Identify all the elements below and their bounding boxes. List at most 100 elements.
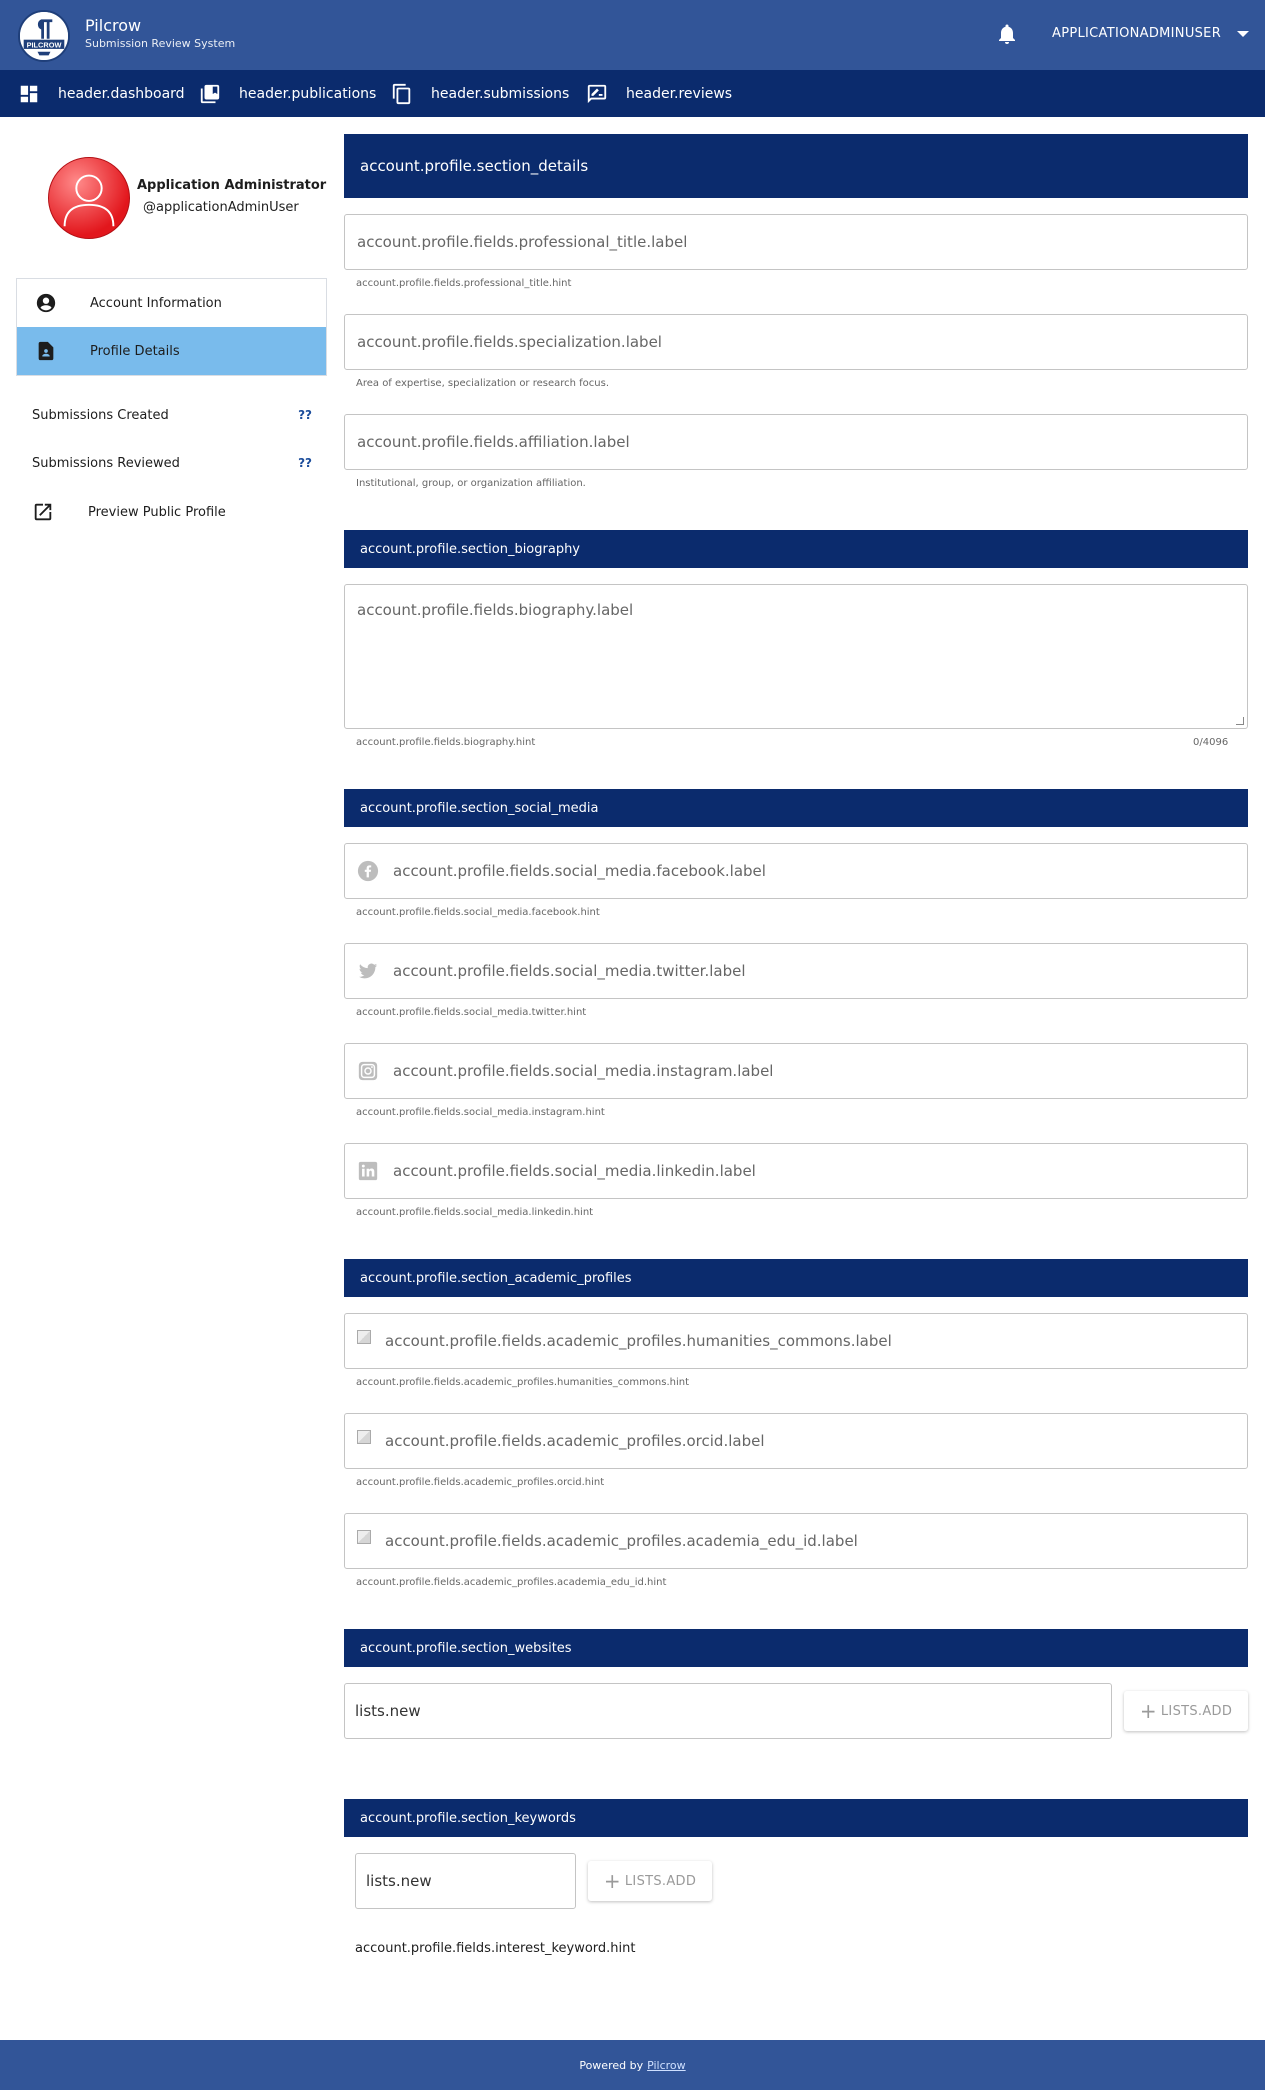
sidebar-item-account-information[interactable]: Account Information — [17, 279, 326, 327]
orcid-hint: account.profile.fields.academic_profiles… — [356, 1477, 605, 1488]
add-keyword-button[interactable]: + LISTS.ADD — [588, 1861, 712, 1901]
linkedin-icon — [358, 1161, 378, 1181]
stat-label: Submissions Created — [32, 408, 169, 423]
plus-icon: + — [1139, 1699, 1157, 1723]
chevron-down-icon — [1237, 30, 1250, 37]
nav-label: header.reviews — [626, 85, 733, 102]
facebook-hint: account.profile.fields.social_media.face… — [356, 907, 600, 918]
field-label: account.profile.fields.social_media.face… — [393, 862, 766, 880]
academia-edu-field[interactable]: account.profile.fields.academic_profiles… — [344, 1513, 1248, 1569]
stat-label: Submissions Reviewed — [32, 456, 180, 471]
nav-submissions[interactable]: header.submissions — [391, 70, 569, 117]
field-label: account.profile.fields.academic_profiles… — [385, 1532, 858, 1550]
section-websites-header: account.profile.section_websites — [344, 1629, 1248, 1667]
humanities-commons-field[interactable]: account.profile.fields.academic_profiles… — [344, 1313, 1248, 1369]
instagram-hint: account.profile.fields.social_media.inst… — [356, 1107, 605, 1118]
section-academic-profiles-header: account.profile.section_academic_profile… — [344, 1259, 1248, 1297]
biography-hint: account.profile.fields.biography.hint — [356, 737, 536, 748]
field-label: account.profile.fields.academic_profiles… — [385, 1432, 765, 1450]
input-placeholder: lists.new — [355, 1702, 421, 1720]
contact-page-icon — [38, 341, 54, 361]
professional-title-field[interactable]: account.profile.fields.professional_titl… — [344, 214, 1248, 270]
account-circle-icon — [36, 293, 56, 313]
instagram-field[interactable]: account.profile.fields.social_media.inst… — [344, 1043, 1248, 1099]
stat-value: ?? — [298, 456, 312, 470]
linkedin-hint: account.profile.fields.social_media.link… — [356, 1207, 594, 1218]
profile-name: Application Administrator — [137, 178, 327, 193]
twitter-hint: account.profile.fields.social_media.twit… — [356, 1007, 587, 1018]
resize-handle[interactable] — [1236, 717, 1244, 725]
app-subtitle: Submission Review System — [85, 37, 236, 50]
field-label: account.profile.fields.academic_profiles… — [385, 1332, 892, 1350]
nav-reviews[interactable]: header.reviews — [586, 70, 732, 117]
main-nav: header.dashboard header.publications hea… — [0, 70, 1265, 117]
dashboard-icon — [20, 85, 38, 102]
broken-image-icon — [357, 1430, 371, 1444]
biography-textarea[interactable]: account.profile.fields.biography.label — [344, 584, 1248, 729]
biography-char-counter: 0/4096 — [1193, 737, 1229, 748]
affiliation-hint: Institutional, group, or organization af… — [356, 478, 586, 489]
preview-link-label: Preview Public Profile — [88, 504, 226, 520]
footer: Powered by Pilcrow — [0, 2040, 1265, 2090]
button-label: LISTS.ADD — [624, 1873, 697, 1889]
stat-value: ?? — [298, 408, 312, 422]
top-app-bar: PILCROW Pilcrow Submission Review System… — [0, 0, 1265, 70]
sidebar-item-label: Profile Details — [90, 343, 180, 359]
field-label: account.profile.fields.affiliation.label — [357, 433, 630, 451]
field-label: account.profile.fields.specialization.la… — [357, 333, 662, 351]
profile-handle: @applicationAdminUser — [143, 200, 299, 215]
twitter-field[interactable]: account.profile.fields.social_media.twit… — [344, 943, 1248, 999]
section-details-header: account.profile.section_details — [344, 134, 1248, 198]
specialization-field[interactable]: account.profile.fields.specialization.la… — [344, 314, 1248, 370]
instagram-icon — [358, 1061, 378, 1081]
website-input[interactable]: lists.new — [344, 1683, 1112, 1739]
orcid-field[interactable]: account.profile.fields.academic_profiles… — [344, 1413, 1248, 1469]
footer-pilcrow-link[interactable]: Pilcrow — [647, 2059, 686, 2072]
button-label: LISTS.ADD — [1160, 1703, 1233, 1719]
academia-edu-hint: account.profile.fields.academic_profiles… — [356, 1577, 667, 1588]
input-placeholder: lists.new — [366, 1872, 432, 1890]
humanities-commons-hint: account.profile.fields.academic_profiles… — [356, 1377, 690, 1388]
sidebar-item-profile-details[interactable]: Profile Details — [17, 327, 326, 375]
section-biography-header: account.profile.section_biography — [344, 530, 1248, 568]
submissions-icon — [392, 83, 411, 104]
professional-title-hint: account.profile.fields.professional_titl… — [356, 278, 572, 289]
broken-image-icon — [357, 1330, 371, 1344]
reviews-icon — [587, 84, 607, 103]
section-social-media-header: account.profile.section_social_media — [344, 789, 1248, 827]
profile-side-menu: Account Information Profile Details — [16, 278, 327, 376]
stat-submissions-reviewed: Submissions Reviewed ?? — [32, 456, 312, 471]
open-in-new-icon — [34, 503, 52, 521]
avatar — [48, 157, 130, 239]
svg-text:PILCROW: PILCROW — [27, 41, 62, 50]
section-keywords-header: account.profile.section_keywords — [344, 1799, 1248, 1837]
affiliation-field[interactable]: account.profile.fields.affiliation.label — [344, 414, 1248, 470]
user-menu-button[interactable]: APPLICATIONADMINUSER — [1052, 26, 1250, 41]
field-label: account.profile.fields.social_media.link… — [393, 1162, 756, 1180]
field-label: account.profile.fields.social_media.inst… — [393, 1062, 774, 1080]
nav-publications[interactable]: header.publications — [199, 70, 376, 117]
twitter-icon — [358, 963, 378, 979]
keyword-input[interactable]: lists.new — [355, 1853, 576, 1909]
stat-submissions-created: Submissions Created ?? — [32, 408, 312, 423]
add-website-button[interactable]: + LISTS.ADD — [1124, 1691, 1248, 1731]
nav-label: header.publications — [239, 85, 377, 102]
plus-icon: + — [603, 1869, 621, 1893]
sidebar-item-label: Account Information — [90, 295, 222, 311]
notifications-bell-icon[interactable] — [995, 22, 1019, 46]
nav-label: header.submissions — [431, 85, 570, 102]
app-name: Pilcrow — [85, 16, 142, 35]
broken-image-icon — [357, 1530, 371, 1544]
specialization-hint: Area of expertise, specialization or res… — [356, 378, 610, 389]
publications-icon — [200, 84, 220, 103]
pilcrow-logo[interactable]: PILCROW — [18, 10, 70, 62]
nav-label: header.dashboard — [58, 85, 185, 102]
facebook-icon — [357, 860, 379, 882]
preview-public-profile-link[interactable]: Preview Public Profile — [32, 501, 226, 523]
field-label: account.profile.fields.social_media.twit… — [393, 962, 746, 980]
user-name: APPLICATIONADMINUSER — [1052, 26, 1222, 41]
footer-prefix: Powered by — [579, 2058, 644, 2072]
linkedin-field[interactable]: account.profile.fields.social_media.link… — [344, 1143, 1248, 1199]
facebook-field[interactable]: account.profile.fields.social_media.face… — [344, 843, 1248, 899]
nav-dashboard[interactable]: header.dashboard — [18, 70, 185, 117]
